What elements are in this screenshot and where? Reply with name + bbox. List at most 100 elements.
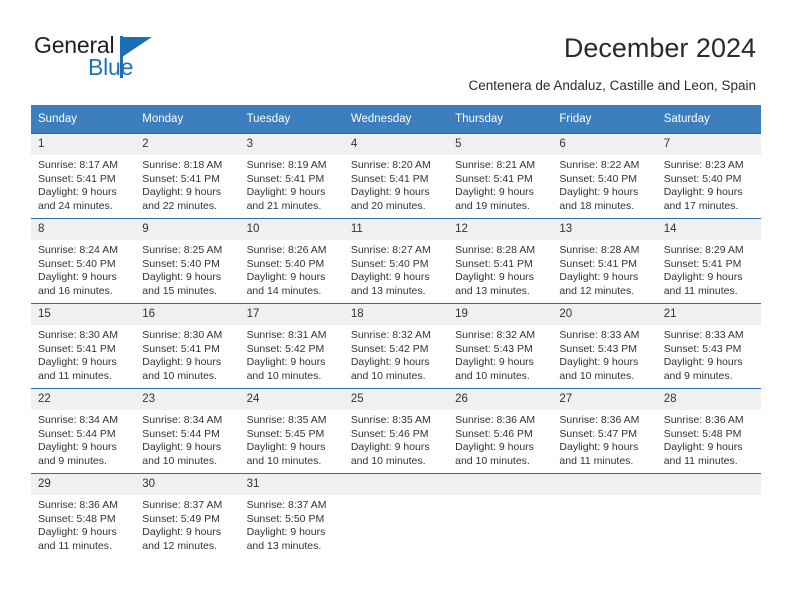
calendar-day-cell[interactable]: 10 Sunrise: 8:26 AM Sunset: 5:40 PM Dayligh… (239, 218, 344, 304)
day-number: 31 (239, 474, 344, 495)
calendar-day-cell[interactable]: 9 Sunrise: 8:25 AM Sunset: 5:40 PM Daylight… (135, 218, 240, 304)
day-number: 3 (239, 134, 344, 155)
day-number: 18 (343, 304, 449, 325)
day-details: Sunrise: 8:37 AM Sunset: 5:49 PM Daylight:… (135, 495, 239, 553)
daylight-duration-line1: Daylight: 9 hours (246, 186, 326, 199)
daylight-duration-line2: and 20 minutes. (350, 199, 426, 212)
day-details: Sunrise: 8:36 AM Sunset: 5:47 PM Daylight:… (552, 410, 656, 468)
calendar-day-cell[interactable]: 29 Sunrise: 8:36 AM Sunset: 5:48 PM Dayligh… (31, 473, 136, 558)
day-number: 29 (31, 474, 136, 495)
sunrise-time: Sunrise: 8:28 AM (559, 244, 640, 256)
daylight-duration-line1: Daylight: 9 hours (455, 271, 534, 284)
day-details: Sunrise: 8:37 AM Sunset: 5:50 PM Daylight:… (240, 495, 344, 553)
page-header: General Blue December 2024 Centenera de … (0, 0, 792, 100)
daylight-duration-line2: and 13 minutes. (246, 539, 322, 552)
calendar-day-cell[interactable]: 1 Sunrise: 8:17 AM Sunset: 5:41 PM Daylight… (31, 133, 136, 219)
daylight-duration-line2: and 22 minutes. (142, 199, 217, 212)
calendar-day-cell[interactable]: 19 Sunrise: 8:32 AM Sunset: 5:43 PM Dayligh… (448, 303, 553, 389)
calendar-day-cell[interactable]: 28 Sunrise: 8:36 AM Sunset: 5:48 PM Dayligh… (656, 388, 761, 474)
calendar-day-cell[interactable]: 27 Sunrise: 8:36 AM Sunset: 5:47 PM Dayligh… (552, 388, 657, 474)
calendar-day-cell[interactable]: 17 Sunrise: 8:31 AM Sunset: 5:42 PM Dayligh… (239, 303, 344, 389)
sunrise-time: Sunrise: 8:32 AM (455, 329, 536, 341)
daylight-duration-line2: and 14 minutes. (246, 284, 322, 297)
day-details: Sunrise: 8:36 AM Sunset: 5:46 PM Daylight:… (448, 410, 552, 468)
day-details: Sunrise: 8:32 AM Sunset: 5:43 PM Daylight:… (448, 325, 552, 383)
weekday-header-tuesday: Tuesday (239, 105, 344, 134)
calendar-day-cell[interactable]: 5 Sunrise: 8:21 AM Sunset: 5:41 PM Daylight… (448, 133, 553, 219)
sunrise-time: Sunrise: 8:36 AM (559, 414, 640, 426)
daylight-duration-line1: Daylight: 9 hours (663, 441, 743, 454)
page-title: December 2024 (563, 33, 756, 63)
calendar-day-cell[interactable]: 7 Sunrise: 8:23 AM Sunset: 5:40 PM Daylight… (656, 133, 761, 219)
sunrise-sunset-calendar: Sunday Monday Tuesday Wednesday Thursday… (31, 105, 761, 558)
calendar-day-cell[interactable]: 31 Sunrise: 8:37 AM Sunset: 5:50 PM Dayligh… (239, 473, 344, 558)
sunset-time: Sunset: 5:41 PM (38, 342, 116, 355)
calendar-day-cell[interactable]: 20 Sunrise: 8:33 AM Sunset: 5:43 PM Dayligh… (552, 303, 657, 389)
calendar-day-cell[interactable]: 3 Sunrise: 8:19 AM Sunset: 5:41 PM Daylight… (239, 133, 344, 219)
calendar-day-cell[interactable]: 4 Sunrise: 8:20 AM Sunset: 5:41 PM Daylight… (343, 133, 449, 219)
calendar-day-cell[interactable]: 25 Sunrise: 8:35 AM Sunset: 5:46 PM Dayligh… (343, 388, 449, 474)
calendar-day-cell[interactable]: 30 Sunrise: 8:37 AM Sunset: 5:49 PM Dayligh… (135, 473, 240, 558)
calendar-day-cell[interactable]: 18 Sunrise: 8:32 AM Sunset: 5:42 PM Dayligh… (343, 303, 449, 389)
calendar-day-cell[interactable]: 23 Sunrise: 8:34 AM Sunset: 5:44 PM Dayligh… (135, 388, 240, 474)
calendar-day-cell[interactable]: 6 Sunrise: 8:22 AM Sunset: 5:40 PM Daylight… (552, 133, 657, 219)
daylight-duration-line2: and 24 minutes. (38, 199, 113, 212)
daylight-duration-line1: Daylight: 9 hours (246, 356, 326, 369)
daylight-duration-line1: Daylight: 9 hours (246, 526, 326, 539)
day-details: Sunrise: 8:36 AM Sunset: 5:48 PM Daylight:… (657, 410, 761, 468)
calendar-day-cell[interactable]: 11 Sunrise: 8:27 AM Sunset: 5:40 PM Dayligh… (343, 218, 449, 304)
day-details: Sunrise: 8:30 AM Sunset: 5:41 PM Daylight:… (31, 325, 135, 383)
calendar-day-cell[interactable]: 24 Sunrise: 8:35 AM Sunset: 5:45 PM Dayligh… (239, 388, 344, 474)
sunrise-time: Sunrise: 8:35 AM (246, 414, 327, 426)
calendar-day-cell[interactable]: 21 Sunrise: 8:33 AM Sunset: 5:43 PM Dayligh… (656, 303, 761, 389)
day-number (448, 474, 553, 495)
daylight-duration-line1: Daylight: 9 hours (559, 271, 639, 284)
calendar-day-cell[interactable]: 16 Sunrise: 8:30 AM Sunset: 5:41 PM Dayligh… (135, 303, 240, 389)
calendar-day-cell[interactable]: 15 Sunrise: 8:30 AM Sunset: 5:41 PM Dayligh… (31, 303, 136, 389)
daylight-duration-line1: Daylight: 9 hours (350, 356, 430, 369)
day-details: Sunrise: 8:18 AM Sunset: 5:41 PM Daylight:… (135, 155, 239, 213)
sunset-time: Sunset: 5:41 PM (142, 342, 220, 355)
daylight-duration-line1: Daylight: 9 hours (455, 441, 534, 454)
calendar-day-cell[interactable]: 2 Sunrise: 8:18 AM Sunset: 5:41 PM Daylight… (135, 133, 240, 219)
day-number: 27 (552, 389, 657, 410)
day-number: 30 (135, 474, 240, 495)
daylight-duration-line2: and 10 minutes. (350, 454, 426, 467)
day-details: Sunrise: 8:23 AM Sunset: 5:40 PM Daylight:… (657, 155, 761, 213)
sunrise-time: Sunrise: 8:36 AM (38, 499, 118, 511)
calendar-day-cell-empty (552, 473, 657, 558)
day-details (657, 495, 761, 499)
sunset-time: Sunset: 5:50 PM (246, 512, 325, 525)
day-details: Sunrise: 8:29 AM Sunset: 5:41 PM Daylight:… (657, 240, 761, 298)
day-number: 25 (343, 389, 449, 410)
calendar-day-cell[interactable]: 14 Sunrise: 8:29 AM Sunset: 5:41 PM Dayligh… (656, 218, 761, 304)
day-details: Sunrise: 8:27 AM Sunset: 5:40 PM Daylight:… (344, 240, 448, 298)
sunrise-time: Sunrise: 8:30 AM (142, 329, 223, 341)
calendar-day-cell[interactable]: 8 Sunrise: 8:24 AM Sunset: 5:40 PM Daylight… (31, 218, 136, 304)
weekday-header-friday: Friday (552, 105, 657, 134)
calendar-day-cell-empty (656, 473, 761, 558)
day-details: Sunrise: 8:34 AM Sunset: 5:44 PM Daylight:… (135, 410, 239, 468)
daylight-duration-line1: Daylight: 9 hours (455, 356, 534, 369)
calendar-week-row: 15 Sunrise: 8:30 AM Sunset: 5:41 PM Dayligh… (31, 303, 761, 389)
day-number: 17 (239, 304, 344, 325)
calendar-day-cell[interactable]: 26 Sunrise: 8:36 AM Sunset: 5:46 PM Dayligh… (448, 388, 553, 474)
daylight-duration-line1: Daylight: 9 hours (559, 186, 639, 199)
day-number: 26 (448, 389, 553, 410)
calendar-day-cell[interactable]: 22 Sunrise: 8:34 AM Sunset: 5:44 PM Dayligh… (31, 388, 136, 474)
day-number: 23 (135, 389, 240, 410)
sunset-time: Sunset: 5:41 PM (142, 172, 220, 185)
day-details (552, 495, 656, 499)
day-number (656, 474, 761, 495)
calendar-week-row: 22 Sunrise: 8:34 AM Sunset: 5:44 PM Dayligh… (31, 388, 761, 474)
daylight-duration-line1: Daylight: 9 hours (38, 271, 117, 284)
calendar-day-cell[interactable]: 13 Sunrise: 8:28 AM Sunset: 5:41 PM Dayligh… (552, 218, 657, 304)
calendar-day-cell[interactable]: 12 Sunrise: 8:28 AM Sunset: 5:41 PM Dayligh… (448, 218, 553, 304)
daylight-duration-line1: Daylight: 9 hours (663, 271, 743, 284)
daylight-duration-line2: and 12 minutes. (559, 284, 635, 297)
daylight-duration-line2: and 13 minutes. (455, 284, 530, 297)
day-details: Sunrise: 8:35 AM Sunset: 5:45 PM Daylight:… (240, 410, 344, 468)
sunrise-time: Sunrise: 8:31 AM (246, 329, 327, 341)
day-details: Sunrise: 8:33 AM Sunset: 5:43 PM Daylight:… (552, 325, 656, 383)
daylight-duration-line2: and 11 minutes. (663, 284, 738, 297)
